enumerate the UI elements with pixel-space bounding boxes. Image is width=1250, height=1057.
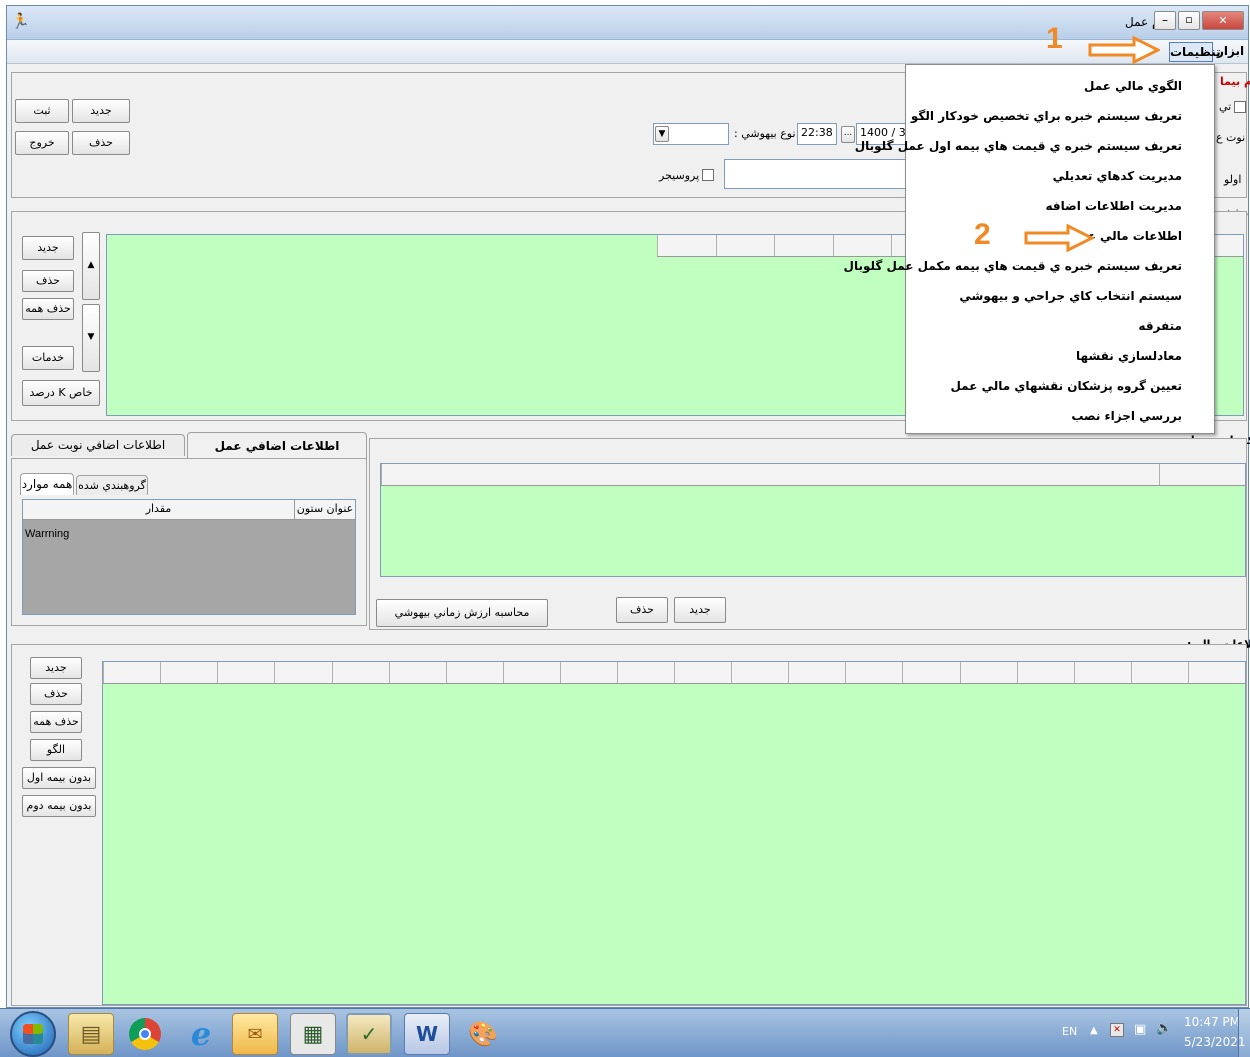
- procedure-field[interactable]: [724, 159, 914, 189]
- warning-text: Warrning: [25, 528, 70, 540]
- patient-name-label: نام بيما: [1220, 75, 1250, 88]
- menu-item-k-selection[interactable]: سيستم انتخاب كاي جراحي و بيهوشي: [906, 281, 1214, 311]
- menu-item-expert-first-insurance[interactable]: تعريف سيستم خبره ي قيمت هاي بيمه اول عمل…: [855, 131, 1214, 161]
- word-icon[interactable]: W: [404, 1013, 450, 1055]
- clock-date[interactable]: 5/23/2021: [1184, 1035, 1246, 1049]
- arrow-right-icon: [1024, 224, 1094, 252]
- clock-time[interactable]: 10:47 PM: [1184, 1015, 1240, 1029]
- start-button[interactable]: [10, 1011, 56, 1057]
- file-explorer-icon[interactable]: ▤: [68, 1013, 114, 1055]
- network-icon[interactable]: ▣: [1134, 1022, 1146, 1037]
- tab-extra-surgery-info[interactable]: اطلاعات اضافي عمل: [187, 432, 367, 460]
- arrow-right-icon: [1088, 36, 1160, 64]
- services-delete-button[interactable]: حذف: [22, 270, 74, 292]
- header-checkbox[interactable]: [1234, 101, 1246, 113]
- no-second-insurance-button[interactable]: بدون بيمه دوم: [22, 795, 96, 817]
- new-button[interactable]: جديد: [72, 99, 130, 123]
- time-field[interactable]: 22:38: [797, 123, 837, 145]
- menu-item-expert-auto-pattern[interactable]: تعريف سيستم خبره براي تخصيص خودكار الگو: [906, 101, 1214, 131]
- services-new-button[interactable]: جديد: [22, 236, 74, 260]
- minimize-button[interactable]: –: [1154, 11, 1176, 30]
- close-button[interactable]: ✕: [1202, 11, 1244, 30]
- paint-icon[interactable]: 🎨: [460, 1013, 506, 1055]
- menu-tools[interactable]: ابزار: [1217, 44, 1244, 58]
- adjust-codes-grid[interactable]: [380, 463, 1246, 577]
- save-button[interactable]: ثبت: [15, 99, 69, 123]
- special-k-button[interactable]: درصد K خاص: [22, 380, 100, 406]
- calculator-icon[interactable]: ▦: [290, 1013, 336, 1055]
- action-center-icon[interactable]: ✕: [1110, 1023, 1124, 1037]
- language-indicator[interactable]: EN: [1062, 1025, 1077, 1038]
- financial-panel: جديد حذف حذف همه الگو بدون بيمه اول بدون…: [11, 644, 1247, 1006]
- exit-button[interactable]: خروج: [15, 131, 69, 155]
- subtab-grouped[interactable]: گروهبندي شده: [76, 475, 148, 495]
- no-first-insurance-button[interactable]: بدون بيمه اول: [22, 767, 96, 789]
- volume-icon[interactable]: 🔈: [1156, 1021, 1172, 1036]
- extra-info-panel: همه موارد گروهبندي شده مقدار عنوان ستون …: [11, 458, 367, 626]
- financial-new-button[interactable]: جديد: [30, 657, 82, 679]
- financial-grid-header: [103, 662, 1245, 684]
- financial-grid[interactable]: [102, 661, 1246, 1005]
- col-title-header: عنوان ستون: [295, 500, 355, 520]
- adjust-new-button[interactable]: جديد: [674, 597, 726, 623]
- internet-explorer-icon[interactable]: e: [178, 1013, 224, 1055]
- adjust-codes-panel: جديد حذف محاسبه ارزش زماني بيهوشي: [369, 438, 1247, 630]
- step-1-number: 1: [1046, 22, 1063, 55]
- menu-item-extra-info[interactable]: مديريت اطلاعات اضافه: [906, 191, 1214, 221]
- menu-item-misc[interactable]: متفرقه: [906, 311, 1214, 341]
- menu-settings[interactable]: تنظيمات: [1169, 42, 1221, 62]
- services-button[interactable]: خدمات: [22, 346, 74, 370]
- tab-extra-schedule-info[interactable]: اطلاعات اضافي نوبت عمل: [11, 434, 185, 456]
- extra-info-grid[interactable]: مقدار عنوان ستون Warrning: [22, 499, 356, 615]
- subtab-all-items[interactable]: همه موارد: [20, 473, 74, 495]
- show-desktop-button[interactable]: [1238, 1009, 1250, 1057]
- chrome-icon[interactable]: [122, 1013, 168, 1055]
- move-down-button[interactable]: ▼: [82, 304, 100, 372]
- menu-item-doctor-groups[interactable]: تعيين گروه پزشكان نقشهاي مالي عمل: [906, 371, 1214, 401]
- anesthesia-type-label: نوع بيهوشي :: [734, 127, 796, 140]
- adjust-delete-button[interactable]: حذف: [616, 597, 668, 623]
- calc-anesthesia-time-button[interactable]: محاسبه ارزش زماني بيهوشي: [376, 599, 548, 627]
- menu-item-expert-supplementary-insurance[interactable]: تعريف سيستم خبره ي قيمت هاي بيمه مكمل عم…: [844, 251, 1214, 281]
- procedure-checkbox[interactable]: [702, 169, 714, 181]
- schedule-label: نوت ع: [1216, 131, 1246, 144]
- move-up-button[interactable]: ▲: [82, 232, 100, 300]
- surgery-app-icon[interactable]: ✓: [346, 1013, 392, 1055]
- financial-delete-all-button[interactable]: حذف همه: [30, 711, 82, 733]
- show-hidden-icons[interactable]: ▲: [1090, 1025, 1098, 1036]
- col-value-header: مقدار: [23, 500, 295, 520]
- outlook-icon[interactable]: ✉: [232, 1013, 278, 1055]
- menu-item-financial-pattern[interactable]: الگوي مالي عمل: [906, 71, 1214, 101]
- step-2-number: 2: [974, 218, 991, 251]
- date-picker-button[interactable]: ...: [841, 126, 855, 143]
- chevron-down-icon[interactable]: ▼: [655, 126, 669, 142]
- maximize-button[interactable]: ▫: [1178, 11, 1200, 30]
- procedure-label: پروسيجر: [659, 169, 700, 182]
- services-delete-all-button[interactable]: حذف همه: [22, 298, 74, 320]
- priority-label: اولو: [1224, 173, 1242, 186]
- windows-logo-icon: [23, 1024, 43, 1044]
- header-checkbox-label: تي: [1219, 100, 1232, 113]
- taskbar: ▤ e ✉ ▦ ✓ W 🎨 EN ▲ ✕ ▣ 🔈 10:47 PM 5/23/2…: [0, 1008, 1250, 1057]
- delete-button[interactable]: حذف: [72, 131, 130, 155]
- pattern-button[interactable]: الگو: [30, 739, 82, 761]
- financial-delete-button[interactable]: حذف: [30, 683, 82, 705]
- adjust-codes-grid-header: [381, 464, 1245, 486]
- menu-item-adjust-codes[interactable]: مديريت كدهاي تعديلي: [906, 161, 1214, 191]
- menu-item-role-mapping[interactable]: معادلسازي نقشها: [906, 341, 1214, 371]
- menu-item-install-check[interactable]: بررسي اجزاء نصب: [906, 401, 1214, 431]
- app-icon: 🏃: [11, 12, 30, 30]
